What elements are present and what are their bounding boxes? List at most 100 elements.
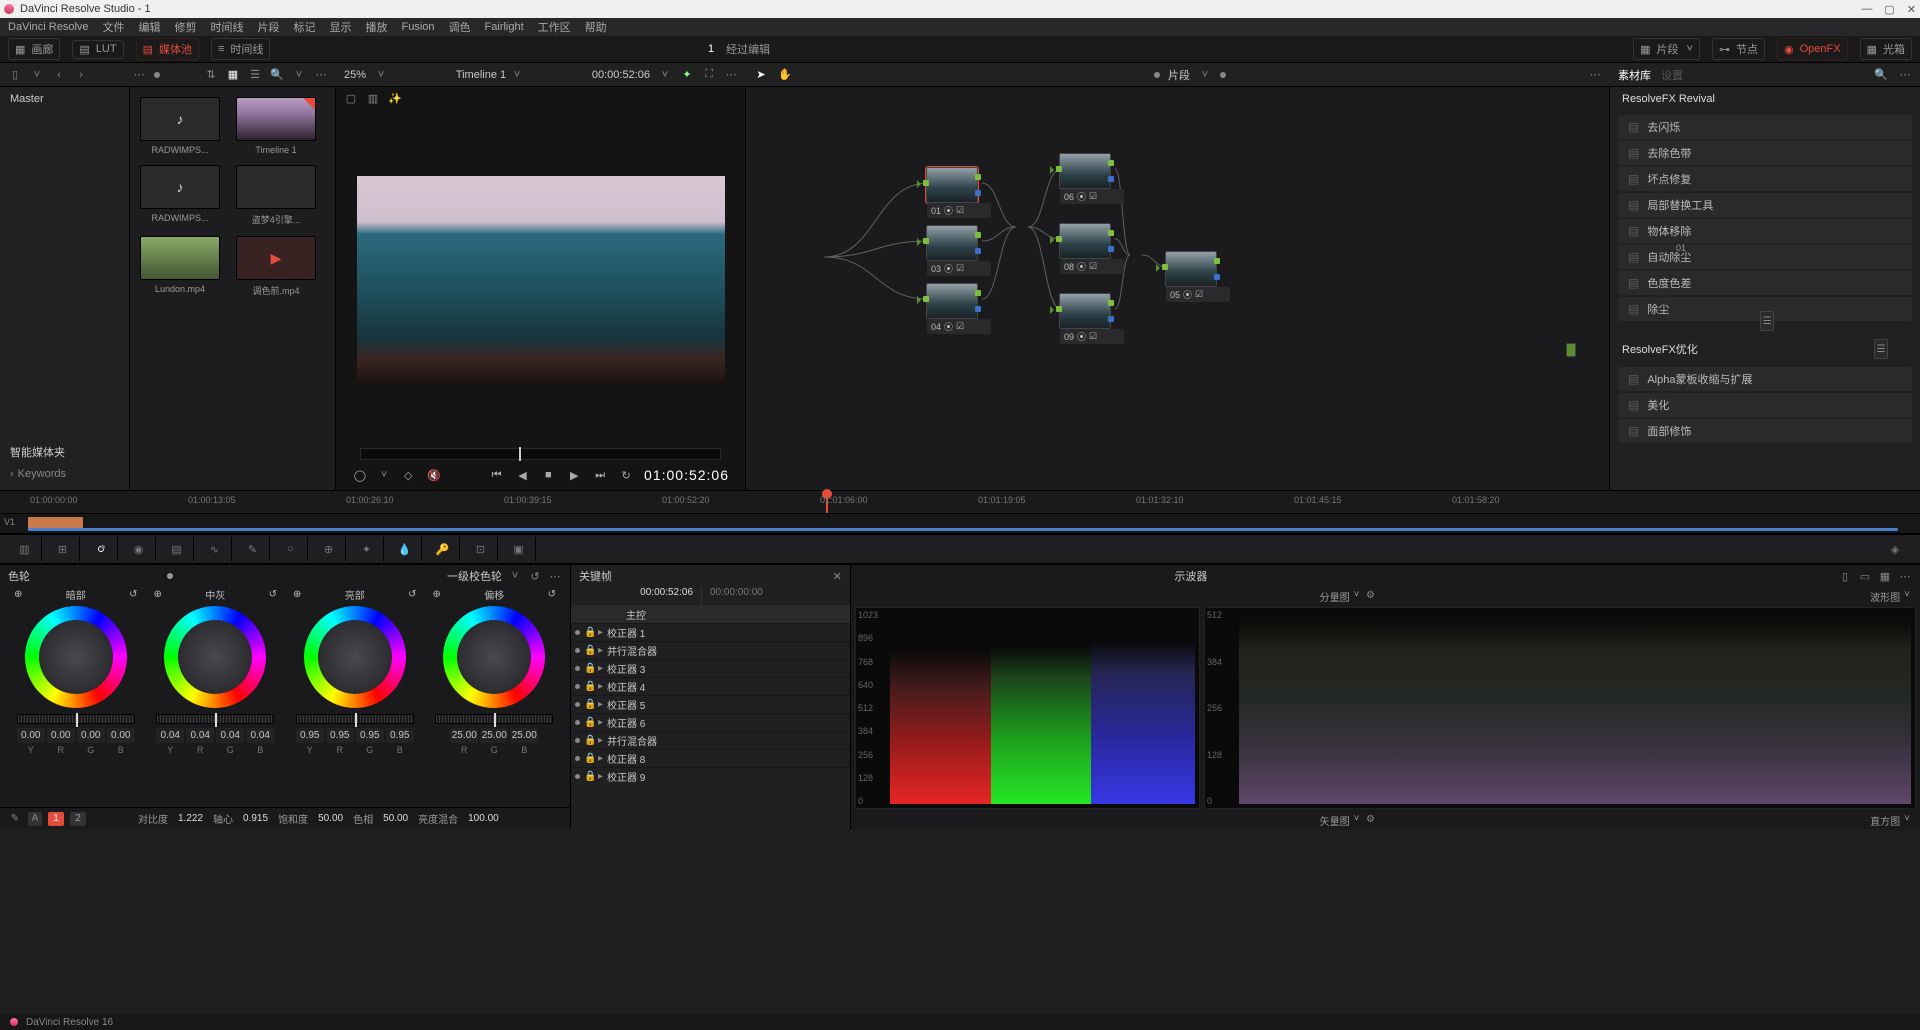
menu-item[interactable]: 调色	[449, 19, 471, 35]
color-wheel[interactable]: ⊕亮部↺0.950.950.950.95YRGB	[285, 587, 425, 807]
fx-tab-library[interactable]: 素材库	[1618, 67, 1651, 83]
kf-row[interactable]: 🔒▸校正器 5	[571, 695, 850, 713]
scope-select[interactable]: 分量图	[1320, 589, 1350, 604]
fx-item[interactable]: ▤去闪烁	[1618, 115, 1912, 139]
wheels-icon[interactable]	[84, 537, 118, 561]
chevron-down-icon[interactable]: ˅	[508, 569, 522, 583]
loop-icon[interactable]: ◯	[352, 466, 368, 484]
scope-select[interactable]: 直方图	[1870, 813, 1900, 828]
first-frame-icon[interactable]: ⏮	[489, 466, 505, 484]
kf-row[interactable]: 🔒▸并行混合器	[571, 731, 850, 749]
search-icon[interactable]: 🔍	[1874, 68, 1888, 82]
timeline-toggle[interactable]: ≡时间线	[211, 38, 270, 60]
scope-select[interactable]: 波形图	[1870, 589, 1900, 604]
more-icon[interactable]: ⋯	[548, 569, 562, 583]
color-wheel[interactable]: ⊕偏移↺25.0025.0025.00RGB	[425, 587, 565, 807]
menu-item[interactable]: DaVinci Resolve	[8, 21, 89, 33]
menu-item[interactable]: 工作区	[538, 19, 571, 35]
color-node[interactable]: 03⦿☑	[926, 225, 978, 261]
fx-tab-settings[interactable]: 设置	[1661, 67, 1683, 83]
clips-toggle[interactable]: ▦片段˅	[1633, 38, 1700, 60]
minimize-icon[interactable]: —	[1861, 3, 1872, 16]
page-1[interactable]: 1	[48, 812, 64, 826]
contrast-value[interactable]: 1.222	[174, 812, 207, 825]
close-icon[interactable]: ✕	[1907, 3, 1916, 16]
kf-row[interactable]: 🔒▸校正器 9	[571, 767, 850, 785]
chevron-down-icon[interactable]: ˅	[510, 68, 524, 82]
pivot-value[interactable]: 0.915	[239, 812, 272, 825]
kf-row[interactable]: 🔒▸校正器 1	[571, 623, 850, 641]
menu-item[interactable]: 编辑	[139, 19, 161, 35]
nodes-toggle[interactable]: ⊶节点	[1712, 38, 1765, 60]
lut-toggle[interactable]: ▤LUT	[72, 40, 123, 59]
chevron-right-icon[interactable]: ›	[74, 68, 88, 82]
more-icon[interactable]: ⋯	[314, 68, 328, 82]
timeline-ruler[interactable]: 01:00:00:0001:00:13:0501:00:26:1001:00:3…	[0, 490, 1920, 514]
color-node[interactable]: 06⦿☑	[1059, 153, 1111, 189]
parallel-mixer[interactable]: ☰	[1760, 311, 1774, 331]
reset-icon[interactable]: ↺	[528, 569, 542, 583]
media-clip[interactable]: ▶调色前.mp4	[236, 236, 316, 297]
timeline-clip[interactable]	[28, 528, 1898, 531]
menu-item[interactable]: Fusion	[402, 21, 435, 33]
more-icon[interactable]: ⋯	[132, 68, 146, 82]
prev-frame-icon[interactable]: ◀	[515, 466, 531, 484]
color-match-icon[interactable]: ⊞	[46, 537, 80, 561]
split-icon[interactable]: ▥	[366, 91, 380, 105]
pointer-icon[interactable]: ➤	[754, 68, 768, 82]
more-icon[interactable]: ⋯	[1898, 569, 1912, 583]
color-icon[interactable]: ✦	[680, 68, 694, 82]
kf-row[interactable]: 🔒▸并行混合器	[571, 641, 850, 659]
mute-icon[interactable]: 🔇	[426, 466, 442, 484]
fx-item[interactable]: ▤局部替换工具	[1618, 193, 1912, 217]
scope-select[interactable]: 矢量图	[1320, 813, 1350, 828]
menu-item[interactable]: 显示	[330, 19, 352, 35]
master-bin[interactable]: Master	[10, 93, 119, 105]
mediapool-toggle[interactable]: ▤媒体池	[136, 38, 199, 60]
more-icon[interactable]: ⋯	[1898, 68, 1912, 82]
menu-item[interactable]: 播放	[366, 19, 388, 35]
rgb-mixer-icon[interactable]: ▤	[160, 537, 194, 561]
3d-icon[interactable]: ▣	[502, 537, 536, 561]
viewer-frame[interactable]	[357, 176, 725, 384]
sat-value[interactable]: 50.00	[314, 812, 347, 825]
gallery-toggle[interactable]: ▦画廊	[8, 38, 60, 60]
hdr-icon[interactable]: ◉	[122, 537, 156, 561]
chevron-down-icon[interactable]: ˅	[1198, 68, 1212, 82]
lummix-value[interactable]: 100.00	[464, 812, 503, 825]
viewer-timecode[interactable]: 00:00:52:06	[592, 69, 650, 81]
color-wheel[interactable]: ⊕中灰↺0.040.040.040.04YRGB	[146, 587, 286, 807]
menu-item[interactable]: 标记	[294, 19, 316, 35]
color-node[interactable]: 04⦿☑	[926, 283, 978, 319]
key-icon[interactable]: 🔑	[426, 537, 460, 561]
color-node[interactable]: 05⦿☑	[1165, 251, 1217, 287]
search-icon[interactable]: 🔍	[270, 68, 284, 82]
next-frame-icon[interactable]: ⏭	[592, 466, 608, 484]
node-graph[interactable]: 01 ☰ ☰ 01⦿☑03⦿☑04⦿☑06⦿☑08⦿☑09⦿☑05⦿☑	[746, 87, 1610, 490]
close-icon[interactable]: ✕	[833, 570, 842, 583]
viewer-scrubber[interactable]	[360, 448, 721, 460]
kf-row[interactable]: 🔒▸校正器 6	[571, 713, 850, 731]
openfx-toggle[interactable]: ◉OpenFX	[1777, 38, 1848, 60]
wheels-mode[interactable]: 一级校色轮	[447, 568, 502, 584]
hue-value[interactable]: 50.00	[379, 812, 412, 825]
fx-item[interactable]: ▤美化	[1618, 393, 1912, 417]
media-clip[interactable]: ♪RADWIMPS...	[140, 165, 220, 226]
render-icon[interactable]: ◇	[400, 466, 416, 484]
chevron-down-icon[interactable]: ˅	[658, 68, 672, 82]
color-node[interactable]: 08⦿☑	[1059, 223, 1111, 259]
menu-item[interactable]: 时间线	[211, 19, 244, 35]
lightbox-toggle[interactable]: ▦光箱	[1860, 38, 1912, 60]
panel-icon[interactable]: ▯	[8, 68, 22, 82]
magic-mask-icon[interactable]: ✦	[350, 537, 384, 561]
chevron-down-icon[interactable]: ˅	[374, 68, 388, 82]
settings-icon[interactable]: ⚙	[1364, 813, 1378, 827]
layout2-icon[interactable]: ▭	[1858, 569, 1872, 583]
page-2[interactable]: 2	[70, 812, 86, 826]
media-clip[interactable]: Timeline 1	[236, 97, 316, 155]
play-icon[interactable]: ▶	[566, 466, 582, 484]
sort-icon[interactable]: ⇅	[204, 68, 218, 82]
chevron-left-icon[interactable]: ‹	[52, 68, 66, 82]
fx-item[interactable]: ▤自动除尘	[1618, 245, 1912, 269]
picker-icon[interactable]: ✎	[8, 812, 22, 826]
